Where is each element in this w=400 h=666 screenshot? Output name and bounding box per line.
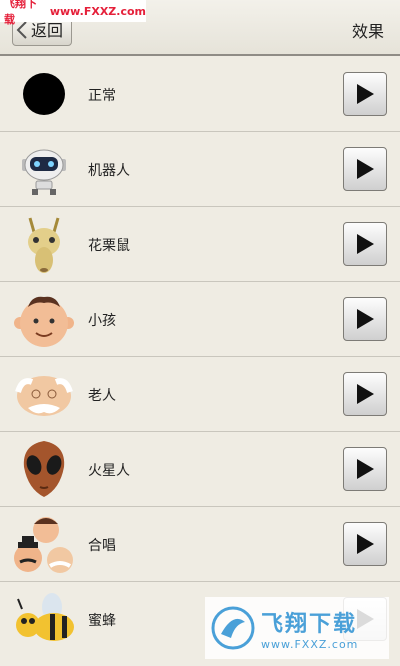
- watermark-bottom: 飞翔下载 www.FXXZ.com: [205, 597, 389, 659]
- black-circle-icon: [23, 73, 65, 115]
- watermark-bottom-url: www.FXXZ.com: [261, 637, 359, 651]
- list-item-label: 火星人: [88, 463, 130, 479]
- play-icon: [357, 534, 374, 554]
- chipmunk-icon: [28, 217, 60, 273]
- play-icon: [357, 159, 374, 179]
- list-item-old-man[interactable]: 老人: [0, 357, 400, 432]
- list-item-label: 合唱: [88, 538, 116, 554]
- play-icon: [357, 309, 374, 329]
- list-item-robot[interactable]: 机器人: [0, 132, 400, 207]
- play-button[interactable]: [343, 222, 387, 266]
- watermark-top: 飞翔下载 www.FXXZ.com: [0, 0, 146, 26]
- alien-icon: [23, 441, 65, 497]
- brand-logo-icon: [211, 606, 255, 650]
- play-icon: [357, 84, 374, 104]
- play-button[interactable]: [343, 447, 387, 491]
- list-item-alien[interactable]: 火星人: [0, 432, 400, 507]
- play-icon: [357, 234, 374, 254]
- list-item-label: 机器人: [88, 163, 130, 179]
- play-button[interactable]: [343, 147, 387, 191]
- list-item-chorus[interactable]: 合唱: [0, 507, 400, 582]
- list-item-child[interactable]: 小孩: [0, 282, 400, 357]
- bee-icon: [16, 593, 74, 641]
- play-button[interactable]: [343, 522, 387, 566]
- robot-icon: [22, 149, 66, 195]
- watermark-bottom-brand: 飞翔下载: [261, 611, 358, 637]
- chorus-icon: [14, 517, 73, 573]
- list-item-label: 蜜蜂: [88, 613, 116, 629]
- play-button[interactable]: [343, 297, 387, 341]
- list-item-label: 正常: [88, 88, 116, 104]
- play-icon: [357, 384, 374, 404]
- play-button[interactable]: [343, 72, 387, 116]
- play-icon: [357, 459, 374, 479]
- page-title: 效果: [351, 22, 384, 41]
- list-item-label: 老人: [88, 388, 116, 404]
- list-item-chipmunk[interactable]: 花栗鼠: [0, 207, 400, 282]
- list-item-normal[interactable]: 正常: [0, 57, 400, 132]
- old-man-icon: [15, 376, 73, 416]
- effect-list: 正常 机器人 花栗鼠 小孩 老人 火星人 合唱 蜜蜂: [0, 57, 400, 657]
- watermark-top-brand: 飞翔下载: [4, 0, 37, 26]
- child-icon: [14, 296, 74, 347]
- list-item-label: 小孩: [88, 313, 116, 329]
- list-item-label: 花栗鼠: [88, 238, 130, 254]
- play-button[interactable]: [343, 372, 387, 416]
- watermark-top-url: www.FXXZ.com: [49, 4, 146, 18]
